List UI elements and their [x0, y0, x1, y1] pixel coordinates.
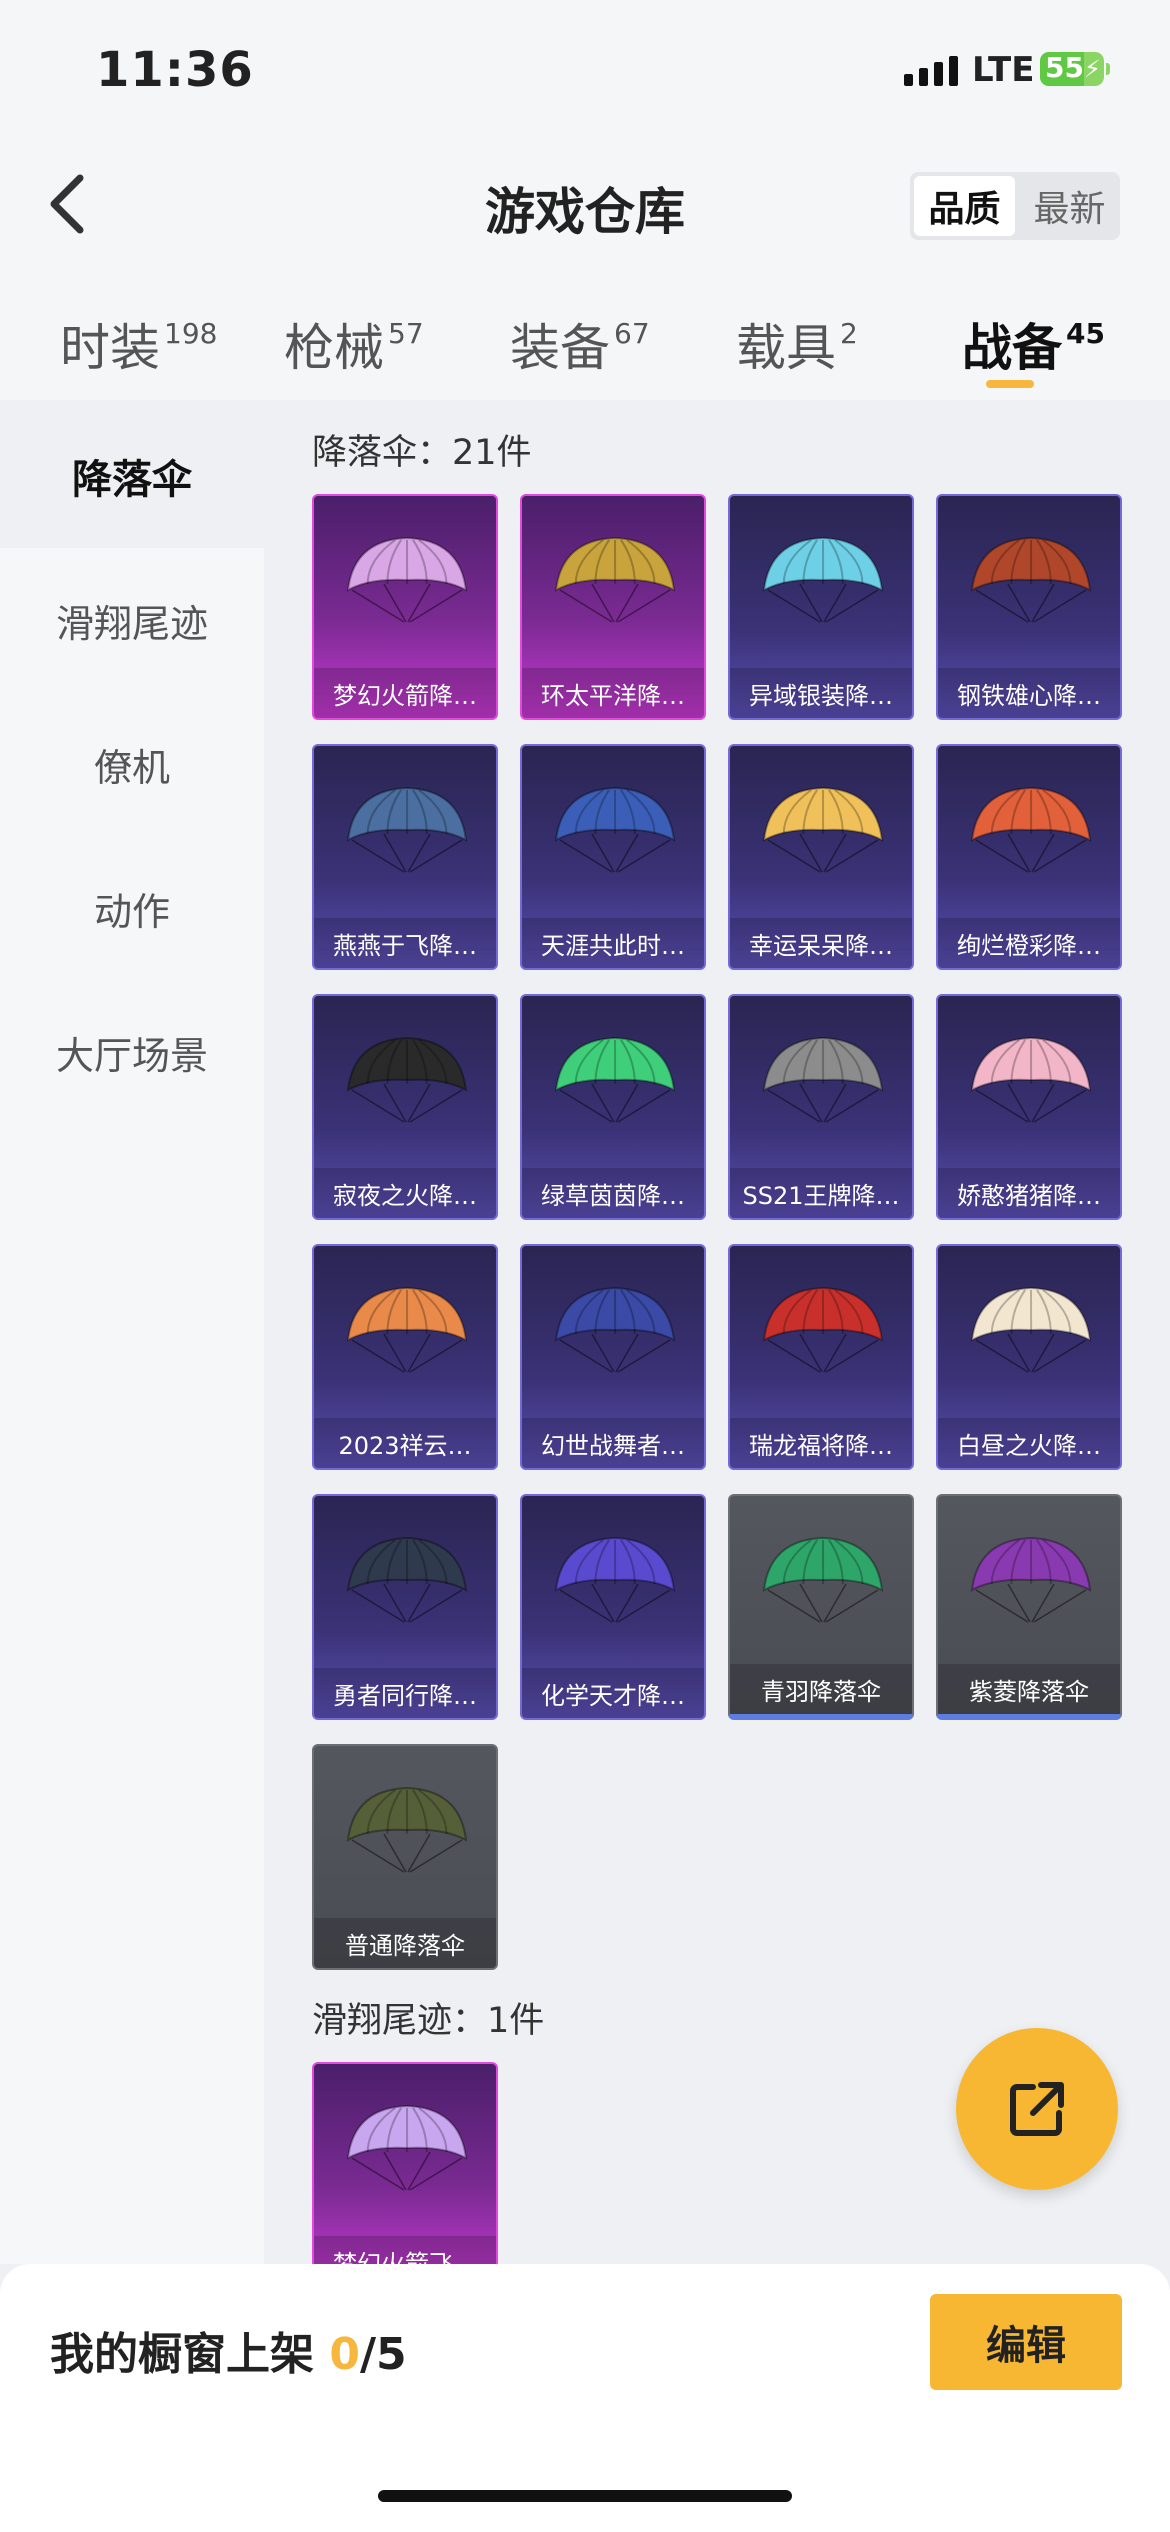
clock: 11:36 [96, 42, 254, 98]
share-icon [1010, 2082, 1064, 2136]
item-name: 娇憨猪猪降… [938, 1168, 1120, 1218]
showcase-counter: 我的橱窗上架 0/5 [50, 2329, 407, 2380]
item-card[interactable]: 化学天才降… [520, 1494, 706, 1720]
item-name: 紫菱降落伞 [938, 1664, 1120, 1714]
parachute-icon [970, 536, 1092, 623]
item-card[interactable]: 青羽降落伞 [728, 1494, 914, 1720]
category-lobby-scene[interactable]: 大厅场景 [0, 980, 264, 1124]
parachute-icon [346, 1786, 468, 1873]
item-grid-area: 降落伞：21件 梦幻火箭降… 环太平洋降… 异域银装降… 钢铁雄心降… 燕燕于飞降… 天涯… [264, 404, 1170, 2264]
parachute-icon [554, 786, 676, 873]
parachute-icon [762, 536, 884, 623]
sort-quality-button[interactable]: 品质 [914, 176, 1015, 236]
item-card[interactable]: 娇憨猪猪降… [936, 994, 1122, 1220]
item-card[interactable]: 天涯共此时… [520, 744, 706, 970]
parachute-icon [970, 786, 1092, 873]
home-indicator [378, 2490, 792, 2502]
item-card[interactable]: 幻世战舞者… [520, 1244, 706, 1470]
item-name: 白昼之火降… [938, 1418, 1120, 1468]
item-name: 幻世战舞者… [522, 1418, 704, 1468]
tab-gear[interactable]: 战备 45 [962, 308, 1105, 380]
item-card[interactable]: 异域银装降… [728, 494, 914, 720]
battery-level: 55 [1045, 51, 1084, 84]
item-name: 瑞龙福将降… [730, 1418, 912, 1468]
parachute-icon [762, 1036, 884, 1123]
tab-vehicles[interactable]: 载具 2 [736, 308, 858, 380]
tab-weapons[interactable]: 枪械 57 [284, 308, 424, 380]
tab-outfits[interactable]: 时装 198 [60, 308, 217, 380]
item-name: 异域银装降… [730, 668, 912, 718]
parachute-icon [970, 1286, 1092, 1373]
tab-equipment[interactable]: 装备 67 [510, 308, 650, 380]
item-card[interactable]: SS21王牌降… [728, 994, 914, 1220]
parachute-icon [346, 2104, 468, 2191]
item-name: 天涯共此时… [522, 918, 704, 968]
item-name: 梦幻火箭飞… [314, 2236, 496, 2264]
item-name: 燕燕于飞降… [314, 918, 496, 968]
item-card[interactable]: 幸运呆呆降… [728, 744, 914, 970]
status-bar: 11:36 LTE 55 ⚡ [0, 0, 1170, 150]
navigation-bar: 游戏仓库 品质 最新 [0, 150, 1170, 260]
item-card[interactable]: 绚烂橙彩降… [936, 744, 1122, 970]
item-card[interactable]: 普通降落伞 [312, 1744, 498, 1970]
trail-section-header: 滑翔尾迹：1件 [312, 2001, 545, 2041]
parachute-icon [554, 536, 676, 623]
bottom-bar: 我的橱窗上架 0/5 编辑 [0, 2264, 1170, 2532]
item-name: SS21王牌降… [730, 1168, 912, 1218]
parachute-icon [554, 1536, 676, 1623]
item-card[interactable]: 梦幻火箭飞… [312, 2062, 498, 2264]
battery-icon: 55 ⚡ [1040, 51, 1110, 86]
item-name: 青羽降落伞 [730, 1664, 912, 1714]
network-type: LTE [972, 50, 1035, 90]
category-wingman[interactable]: 僚机 [0, 692, 264, 836]
category-parachute[interactable]: 降落伞 [0, 404, 264, 548]
share-button[interactable] [956, 2028, 1118, 2190]
tab-bar: 时装 198 枪械 57 装备 67 载具 2 战备 45 [0, 260, 1170, 400]
signal-icon [904, 56, 958, 86]
category-emote[interactable]: 动作 [0, 836, 264, 980]
sort-toggle: 品质 最新 [910, 172, 1120, 240]
item-name: 化学天才降… [522, 1668, 704, 1718]
sort-newest-button[interactable]: 最新 [1019, 172, 1120, 240]
item-name: 绚烂橙彩降… [938, 918, 1120, 968]
item-card[interactable]: 勇者同行降… [312, 1494, 498, 1720]
item-card[interactable]: 燕燕于飞降… [312, 744, 498, 970]
parachute-icon [346, 1036, 468, 1123]
category-sidebar: 降落伞 滑翔尾迹 僚机 动作 大厅场景 [0, 404, 264, 2264]
item-card[interactable]: 寂夜之火降… [312, 994, 498, 1220]
item-card[interactable]: 环太平洋降… [520, 494, 706, 720]
parachute-icon [970, 1036, 1092, 1123]
item-card[interactable]: 瑞龙福将降… [728, 1244, 914, 1470]
item-name: 钢铁雄心降… [938, 668, 1120, 718]
parachute-icon [554, 1286, 676, 1373]
parachute-icon [970, 1536, 1092, 1623]
parachute-icon [346, 1286, 468, 1373]
edit-button[interactable]: 编辑 [930, 2294, 1122, 2390]
parachute-icon [762, 1286, 884, 1373]
parachute-icon [762, 1536, 884, 1623]
parachute-section-header: 降落伞：21件 [312, 433, 532, 473]
item-name: 梦幻火箭降… [314, 668, 496, 718]
active-tab-indicator [986, 380, 1034, 388]
item-card[interactable]: 梦幻火箭降… [312, 494, 498, 720]
item-card[interactable]: 白昼之火降… [936, 1244, 1122, 1470]
parachute-icon [762, 786, 884, 873]
item-name: 普通降落伞 [314, 1918, 496, 1968]
item-name: 环太平洋降… [522, 668, 704, 718]
parachute-icon [346, 1536, 468, 1623]
item-name: 2023祥云… [314, 1418, 496, 1468]
item-name: 寂夜之火降… [314, 1168, 496, 1218]
item-card[interactable]: 绿草茵茵降… [520, 994, 706, 1220]
parachute-icon [554, 1036, 676, 1123]
item-card[interactable]: 紫菱降落伞 [936, 1494, 1122, 1720]
item-name: 绿草茵茵降… [522, 1168, 704, 1218]
category-glide-trail[interactable]: 滑翔尾迹 [0, 548, 264, 692]
item-name: 勇者同行降… [314, 1668, 496, 1718]
parachute-icon [346, 786, 468, 873]
item-name: 幸运呆呆降… [730, 918, 912, 968]
parachute-icon [346, 536, 468, 623]
item-card[interactable]: 2023祥云… [312, 1244, 498, 1470]
item-card[interactable]: 钢铁雄心降… [936, 494, 1122, 720]
